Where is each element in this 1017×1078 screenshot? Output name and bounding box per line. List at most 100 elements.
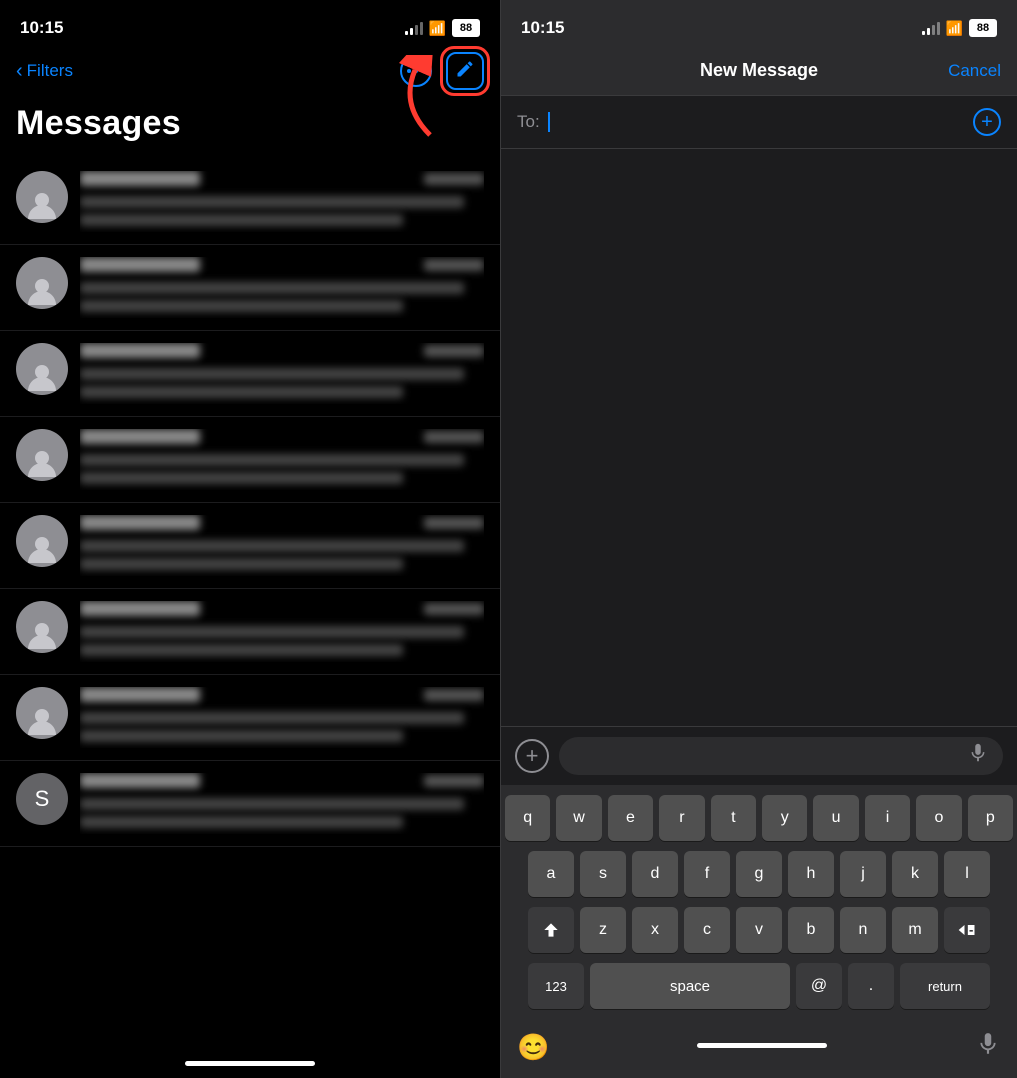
key-v[interactable]: v [736,907,782,953]
key-x[interactable]: x [632,907,678,953]
messages-title: Messages [0,100,500,159]
contact-name-blurred [80,773,200,788]
filters-label: Filters [27,61,73,81]
message-text-input[interactable] [559,737,1003,775]
key-h[interactable]: h [788,851,834,897]
preview-line2 [80,300,403,312]
battery-icon: 88 [452,19,480,37]
message-content [80,343,484,404]
key-y[interactable]: y [762,795,807,841]
key-m[interactable]: m [892,907,938,953]
period-key[interactable]: . [848,963,894,1009]
status-bar-left: 10:15 📶 88 [0,0,500,48]
numbers-key[interactable]: 123 [528,963,584,1009]
key-p[interactable]: p [968,795,1013,841]
to-label: To: [517,112,540,132]
messages-screen: 10:15 📶 88 ‹ Filters [0,0,500,1078]
preview-line2 [80,558,403,570]
key-d[interactable]: d [632,851,678,897]
delete-key[interactable] [944,907,990,953]
avatar [16,515,68,567]
key-l[interactable]: l [944,851,990,897]
add-contact-button[interactable]: + [973,108,1001,136]
avatar [16,601,68,653]
list-item[interactable]: S [0,761,500,847]
list-item[interactable] [0,503,500,589]
status-icons-right: 📶 88 [922,19,997,37]
preview-line1 [80,368,464,380]
nav-icons [400,52,484,90]
preview-line1 [80,540,464,552]
contact-name-blurred [80,257,200,272]
space-key[interactable]: space [590,963,790,1009]
key-c[interactable]: c [684,907,730,953]
preview-line2 [80,472,403,484]
message-content [80,171,484,232]
avatar [16,429,68,481]
cancel-button[interactable]: Cancel [948,61,1001,81]
key-r[interactable]: r [659,795,704,841]
avatar [16,687,68,739]
preview-line1 [80,454,464,466]
key-n[interactable]: n [840,907,886,953]
key-i[interactable]: i [865,795,910,841]
message-content [80,687,484,748]
new-message-title: New Message [700,60,818,81]
key-b[interactable]: b [788,907,834,953]
filters-button[interactable]: ‹ Filters [16,60,73,83]
mic-icon[interactable] [967,742,989,770]
key-z[interactable]: z [580,907,626,953]
return-key[interactable]: return [900,963,990,1009]
preview-line2 [80,730,403,742]
list-item[interactable] [0,159,500,245]
keyboard-bottom: 😊 [501,1023,1017,1078]
keyboard-row-4: 123 space @ . return [505,963,1013,1009]
shift-key[interactable] [528,907,574,953]
list-item[interactable] [0,245,500,331]
key-w[interactable]: w [556,795,601,841]
at-key[interactable]: @ [796,963,842,1009]
message-content [80,429,484,490]
preview-line1 [80,196,464,208]
key-t[interactable]: t [711,795,756,841]
key-k[interactable]: k [892,851,938,897]
key-o[interactable]: o [916,795,961,841]
list-item[interactable] [0,331,500,417]
contact-name-blurred [80,343,200,358]
to-field: To: + [501,96,1017,149]
emoji-button[interactable]: 😊 [517,1032,549,1063]
list-item[interactable] [0,675,500,761]
keyboard: q w e r t y u i o p a s d f g h j k l [501,785,1017,1023]
timestamp-blurred [424,603,484,615]
timestamp-blurred [424,517,484,529]
timestamp-blurred [424,431,484,443]
keyboard-row-2: a s d f g h j k l [505,851,1013,897]
more-options-button[interactable] [400,55,432,87]
message-content [80,601,484,662]
list-item[interactable] [0,417,500,503]
key-u[interactable]: u [813,795,858,841]
timestamp-blurred [424,259,484,271]
microphone-button[interactable] [975,1031,1001,1064]
preview-line2 [80,644,403,656]
time-left: 10:15 [20,18,63,38]
key-a[interactable]: a [528,851,574,897]
text-cursor [548,112,550,132]
key-e[interactable]: e [608,795,653,841]
key-g[interactable]: g [736,851,782,897]
compose-area[interactable] [501,149,1017,726]
messages-list: S [0,159,500,1053]
preview-line2 [80,386,403,398]
home-indicator [185,1061,315,1066]
key-j[interactable]: j [840,851,886,897]
time-right: 10:15 [521,18,564,38]
attachments-button[interactable]: + [515,739,549,773]
preview-line1 [80,282,464,294]
key-s[interactable]: s [580,851,626,897]
list-item[interactable] [0,589,500,675]
key-q[interactable]: q [505,795,550,841]
status-icons-left: 📶 88 [405,19,480,37]
preview-line1 [80,798,464,810]
timestamp-blurred [424,345,484,357]
key-f[interactable]: f [684,851,730,897]
